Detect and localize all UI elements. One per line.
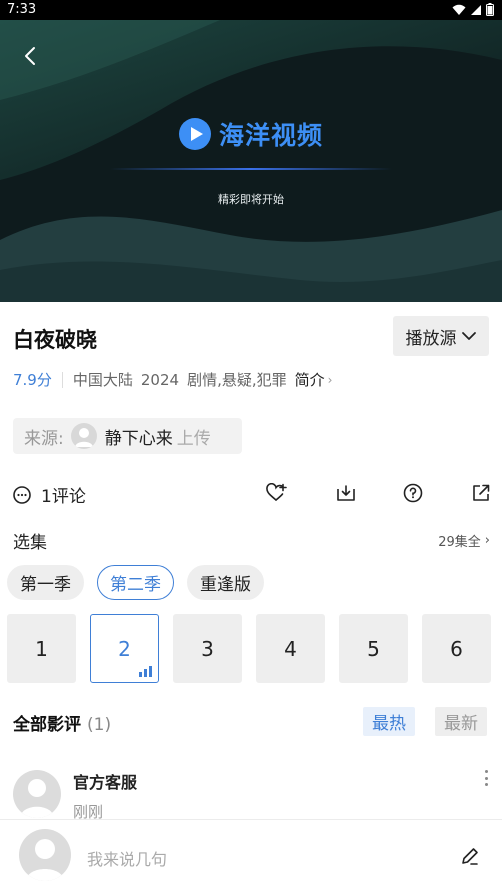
- battery-icon: [486, 3, 494, 16]
- chevron-right-icon: ›: [327, 372, 333, 387]
- episode-item[interactable]: 4: [256, 614, 325, 683]
- play-logo-icon: [178, 118, 211, 150]
- meta-divider: [61, 371, 63, 388]
- episode-number: 1: [35, 636, 48, 661]
- player-background: [0, 20, 502, 302]
- reviews-title-text: 全部影评: [13, 715, 81, 735]
- sort-new-button[interactable]: 最新: [435, 707, 487, 736]
- share-button[interactable]: [470, 482, 492, 504]
- episode-item[interactable]: 3: [173, 614, 242, 683]
- comment-count: 1评论: [41, 487, 86, 507]
- review-author: 官方客服: [73, 773, 138, 792]
- sort-hot-button[interactable]: 最热: [363, 707, 415, 736]
- comment-count-button[interactable]: 1评论: [12, 482, 86, 507]
- loading-text: 精彩即将开始: [218, 193, 284, 206]
- episode-item[interactable]: 5: [339, 614, 408, 683]
- uploader-name: 静下心来: [104, 428, 173, 449]
- reviews-title: 全部影评 (1): [13, 710, 111, 735]
- video-region: 中国大陆: [72, 371, 133, 389]
- season-tabs: 第一季 第二季 重逢版: [7, 565, 264, 600]
- video-title: 白夜破晓: [13, 328, 97, 352]
- brand-divider: [110, 168, 392, 170]
- play-source-label: 播放源: [405, 328, 457, 349]
- edit-icon[interactable]: [460, 846, 480, 866]
- upload-label: 上传: [176, 428, 211, 449]
- season-tab-2[interactable]: 第二季: [97, 565, 174, 600]
- comment-bar: 我来说几句: [0, 819, 502, 892]
- user-icon: [20, 779, 54, 818]
- intro-link[interactable]: 简介: [295, 369, 325, 390]
- episodes-total: 29集全: [438, 535, 481, 550]
- my-avatar: [19, 829, 71, 881]
- download-icon: [337, 485, 355, 501]
- chevron-right-icon: ›: [484, 533, 490, 548]
- status-icons: [452, 3, 494, 16]
- episode-number: 5: [367, 636, 380, 661]
- share-icon: [473, 484, 490, 501]
- episodes-label: 选集: [13, 533, 47, 553]
- episode-item[interactable]: 1: [7, 614, 76, 683]
- episode-number: 3: [201, 636, 214, 661]
- wifi-icon: [452, 4, 466, 15]
- favorite-button[interactable]: [266, 482, 288, 504]
- status-bar: 7:33: [0, 0, 502, 20]
- episode-number: 6: [450, 636, 463, 661]
- comment-input[interactable]: 我来说几句: [87, 846, 167, 870]
- user-icon: [26, 839, 64, 881]
- more-options-icon[interactable]: [482, 770, 490, 786]
- video-score: 7.9分: [13, 371, 52, 389]
- episode-item[interactable]: 6: [422, 614, 491, 683]
- action-bar: 1评论: [0, 478, 502, 508]
- uploader-info[interactable]: 来源: 静下心来 上传: [13, 418, 242, 454]
- episodes-total-link[interactable]: 29集全 ›: [438, 531, 490, 550]
- episode-item-playing[interactable]: 2: [90, 614, 159, 683]
- review-item: 官方客服 刚刚: [0, 760, 502, 821]
- player-brand: 海洋视频: [0, 116, 502, 152]
- help-icon: [403, 483, 423, 503]
- status-time: 7:33: [7, 2, 37, 17]
- download-button[interactable]: [335, 482, 357, 504]
- chevron-down-icon: [461, 332, 476, 340]
- play-source-button[interactable]: 播放源: [393, 316, 489, 356]
- user-icon: [74, 428, 93, 447]
- review-avatar[interactable]: [13, 770, 61, 818]
- season-tab-3[interactable]: 重逢版: [187, 565, 264, 600]
- back-button[interactable]: [16, 42, 44, 70]
- heart-plus-icon: [266, 483, 287, 501]
- comment-icon: [13, 485, 31, 504]
- source-label: 来源:: [24, 428, 64, 449]
- video-year: 2024: [140, 370, 180, 389]
- video-player[interactable]: 海洋视频 精彩即将开始: [0, 20, 502, 302]
- uploader-avatar: [70, 423, 97, 449]
- playing-bars-icon: [139, 666, 152, 677]
- episode-number: 2: [118, 636, 131, 661]
- chevron-left-icon: [25, 47, 35, 65]
- reviews-count: (1): [87, 715, 112, 735]
- cellular-signal-icon: [471, 4, 481, 15]
- brand-name: 海洋视频: [218, 121, 323, 150]
- video-genres: 剧情,悬疑,犯罪: [187, 371, 287, 389]
- episode-number: 4: [284, 636, 297, 661]
- video-meta: 7.9分 中国大陆 2024 剧情,悬疑,犯罪 简介 ›: [13, 369, 332, 390]
- help-button[interactable]: [402, 482, 424, 504]
- season-tab-1[interactable]: 第一季: [7, 565, 84, 600]
- episode-grid: 1 2 3 4 5 6: [7, 614, 491, 683]
